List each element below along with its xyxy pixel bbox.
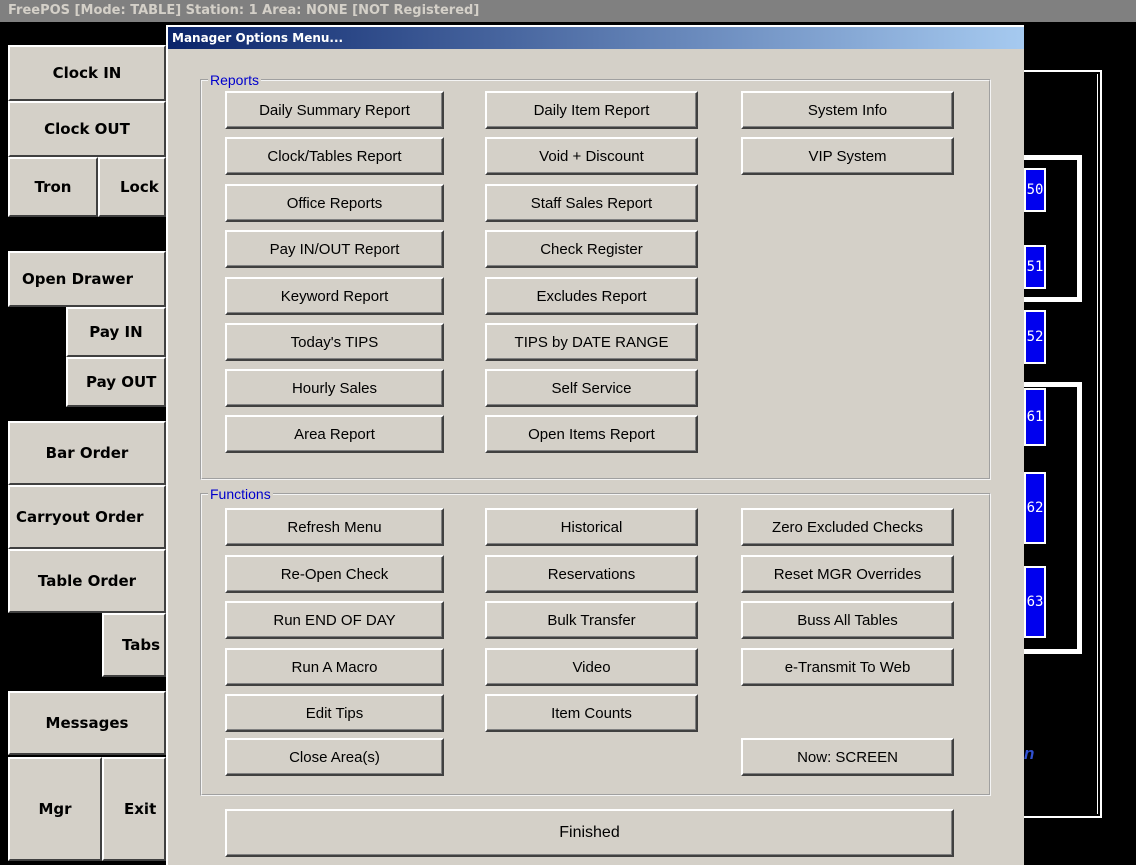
run-end-of-day-button[interactable]: Run END OF DAY bbox=[225, 601, 444, 639]
e-transmit-to-web-button[interactable]: e-Transmit To Web bbox=[741, 648, 954, 686]
pay-in-out-report-button[interactable]: Pay IN/OUT Report bbox=[225, 230, 444, 268]
run-a-macro-button[interactable]: Run A Macro bbox=[225, 648, 444, 686]
dialog-title: Manager Options Menu... bbox=[168, 27, 1024, 49]
reports-legend: Reports bbox=[210, 72, 260, 88]
manager-options-dialog: Manager Options Menu... Reports Daily Su… bbox=[166, 25, 1024, 865]
reset-mgr-overrides-button[interactable]: Reset MGR Overrides bbox=[741, 555, 954, 593]
partial-text: n bbox=[1024, 744, 1035, 763]
table-50[interactable]: 50 bbox=[1024, 168, 1046, 212]
open-drawer-button[interactable]: Open Drawer bbox=[8, 251, 166, 307]
bar-order-button[interactable]: Bar Order bbox=[8, 421, 166, 485]
lock-button[interactable]: Lock bbox=[98, 157, 166, 217]
excludes-report-button[interactable]: Excludes Report bbox=[485, 277, 698, 315]
historical-button[interactable]: Historical bbox=[485, 508, 698, 546]
messages-button[interactable]: Messages bbox=[8, 691, 166, 755]
pay-in-button[interactable]: Pay IN bbox=[66, 307, 166, 357]
carryout-order-button[interactable]: Carryout Order bbox=[8, 485, 166, 549]
vip-system-button[interactable]: VIP System bbox=[741, 137, 954, 175]
refresh-menu-button[interactable]: Refresh Menu bbox=[225, 508, 444, 546]
pay-out-button[interactable]: Pay OUT bbox=[66, 357, 166, 407]
self-service-button[interactable]: Self Service bbox=[485, 369, 698, 407]
functions-legend: Functions bbox=[210, 486, 271, 502]
check-register-button[interactable]: Check Register bbox=[485, 230, 698, 268]
video-button[interactable]: Video bbox=[485, 648, 698, 686]
area-report-button[interactable]: Area Report bbox=[225, 415, 444, 453]
staff-sales-report-button[interactable]: Staff Sales Report bbox=[485, 184, 698, 222]
clock-in-button[interactable]: Clock IN bbox=[8, 45, 166, 101]
exit-button[interactable]: Exit bbox=[102, 757, 166, 861]
finished-button[interactable]: Finished bbox=[225, 809, 954, 857]
table-61[interactable]: 61 bbox=[1024, 388, 1046, 446]
keyword-report-button[interactable]: Keyword Report bbox=[225, 277, 444, 315]
hourly-sales-button[interactable]: Hourly Sales bbox=[225, 369, 444, 407]
system-info-button[interactable]: System Info bbox=[741, 91, 954, 129]
app-title-bar: FreePOS [Mode: TABLE] Station: 1 Area: N… bbox=[0, 0, 1136, 22]
re-open-check-button[interactable]: Re-Open Check bbox=[225, 555, 444, 593]
clock-out-button[interactable]: Clock OUT bbox=[8, 101, 166, 157]
mgr-button[interactable]: Mgr bbox=[8, 757, 102, 861]
table-51[interactable]: 51 bbox=[1024, 245, 1046, 289]
table-63[interactable]: 63 bbox=[1024, 566, 1046, 638]
open-items-report-button[interactable]: Open Items Report bbox=[485, 415, 698, 453]
buss-all-tables-button[interactable]: Buss All Tables bbox=[741, 601, 954, 639]
office-reports-button[interactable]: Office Reports bbox=[225, 184, 444, 222]
tron-button[interactable]: Tron bbox=[8, 157, 98, 217]
tabs-button[interactable]: Tabs bbox=[102, 613, 166, 677]
table-62[interactable]: 62 bbox=[1024, 472, 1046, 544]
close-areas-button[interactable]: Close Area(s) bbox=[225, 738, 444, 776]
daily-summary-report-button[interactable]: Daily Summary Report bbox=[225, 91, 444, 129]
now-screen-button[interactable]: Now: SCREEN bbox=[741, 738, 954, 776]
table-52[interactable]: 52 bbox=[1024, 310, 1046, 364]
item-counts-button[interactable]: Item Counts bbox=[485, 694, 698, 732]
clock-tables-report-button[interactable]: Clock/Tables Report bbox=[225, 137, 444, 175]
bulk-transfer-button[interactable]: Bulk Transfer bbox=[485, 601, 698, 639]
void-discount-button[interactable]: Void + Discount bbox=[485, 137, 698, 175]
zero-excluded-checks-button[interactable]: Zero Excluded Checks bbox=[741, 508, 954, 546]
reservations-button[interactable]: Reservations bbox=[485, 555, 698, 593]
table-order-button[interactable]: Table Order bbox=[8, 549, 166, 613]
edit-tips-button[interactable]: Edit Tips bbox=[225, 694, 444, 732]
daily-item-report-button[interactable]: Daily Item Report bbox=[485, 91, 698, 129]
todays-tips-button[interactable]: Today's TIPS bbox=[225, 323, 444, 361]
tips-by-date-range-button[interactable]: TIPS by DATE RANGE bbox=[485, 323, 698, 361]
